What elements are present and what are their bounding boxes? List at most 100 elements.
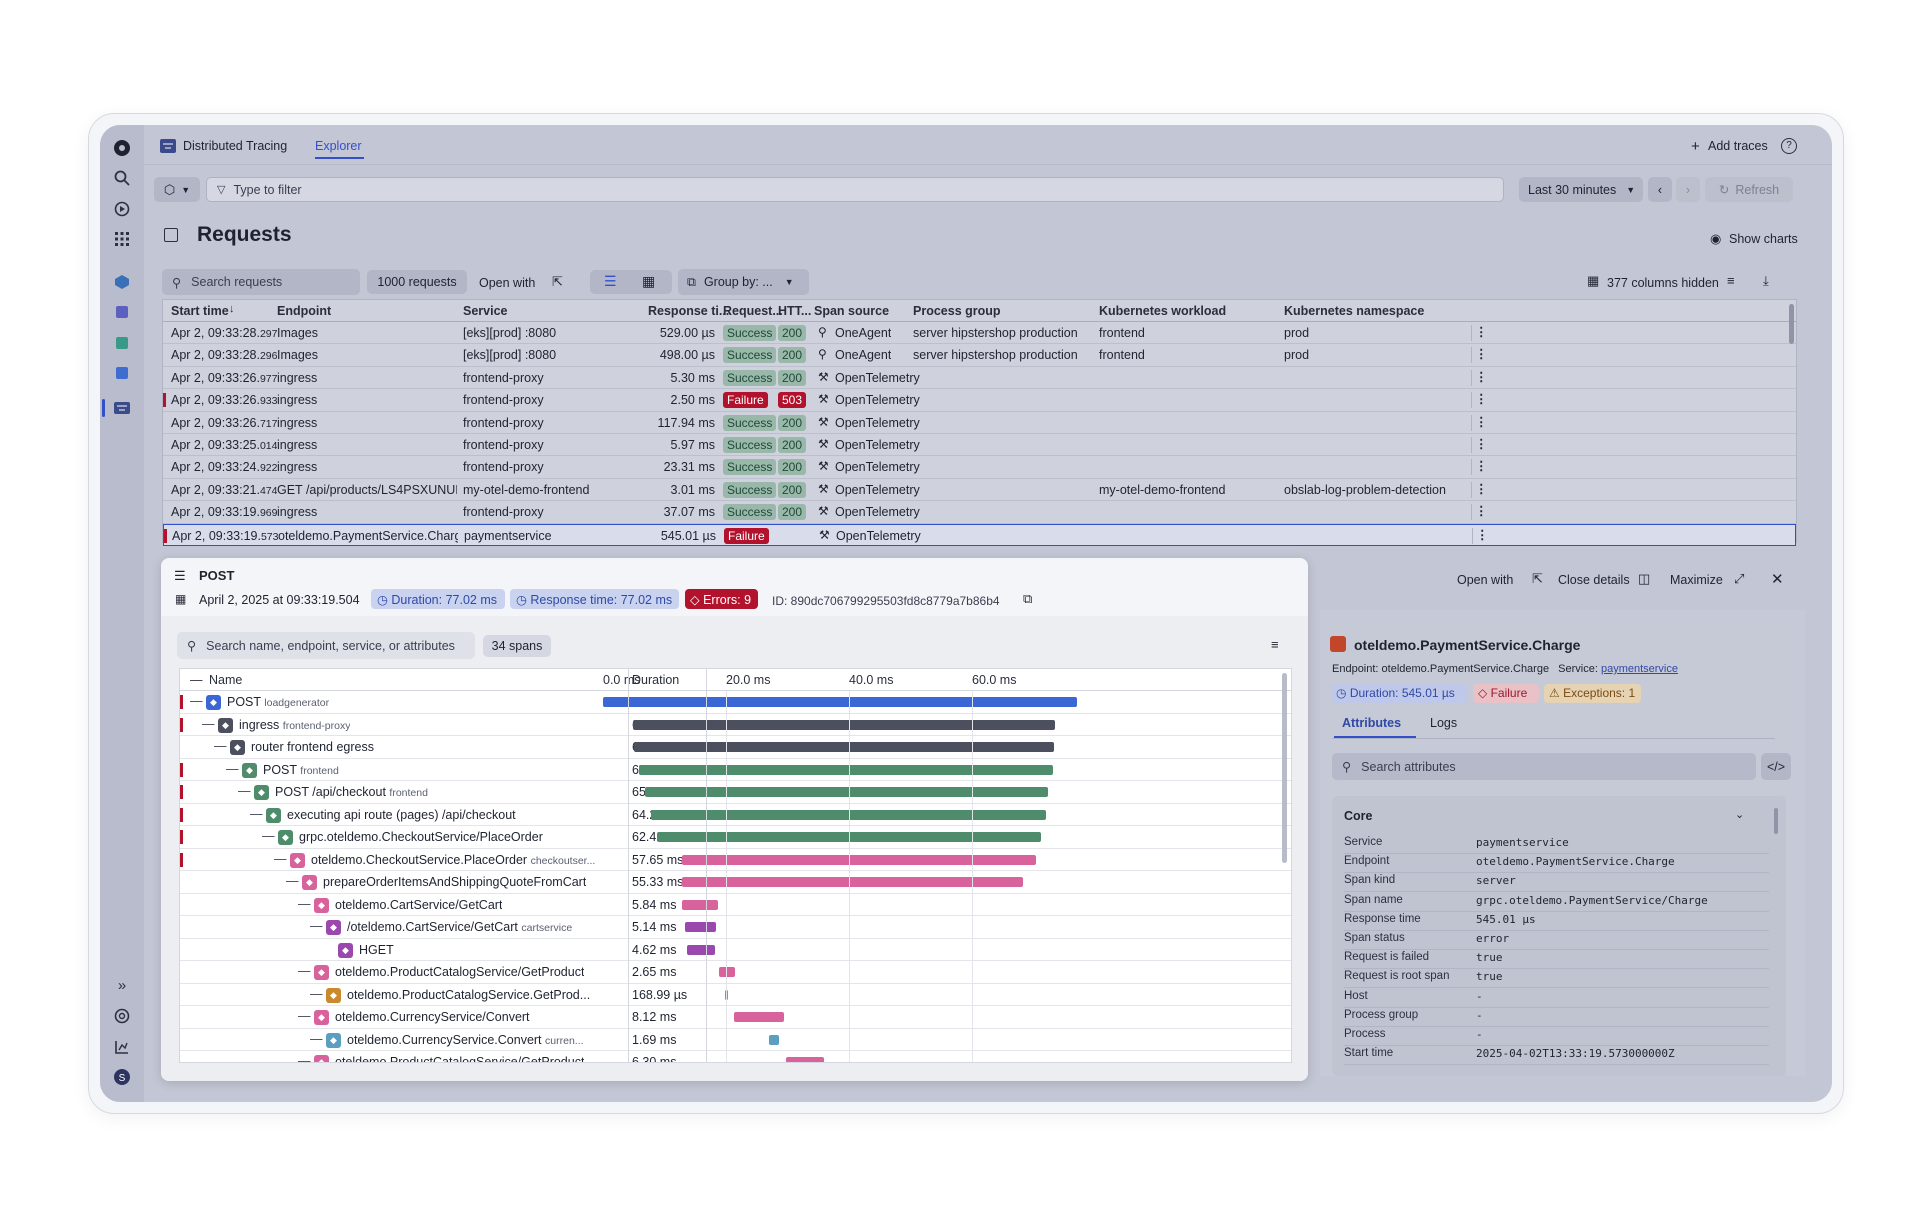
collapse-span-icon[interactable]: — [190, 694, 203, 708]
table-row[interactable]: Apr 2, 09:33:26.717 ingress frontend-proxy… [163, 412, 1796, 434]
attribute-value[interactable]: - [1476, 1028, 1483, 1041]
refresh-button[interactable]: ↻ Refresh [1705, 177, 1793, 202]
span-row[interactable]: —◆POST /api/checkout frontend65.52 ms [180, 781, 1291, 804]
span-bar[interactable] [682, 899, 719, 910]
attribute-value[interactable]: server [1476, 874, 1516, 887]
show-charts-button[interactable]: Show charts [1729, 232, 1798, 246]
span-row[interactable]: — ◆ oteldemo.CurrencyService.Convert curre… [180, 1029, 1291, 1051]
row-menu-icon[interactable]: ⋮ [1475, 391, 1488, 406]
help-lifebuoy-icon[interactable] [111, 1005, 133, 1027]
kubernetes-app-icon[interactable] [111, 271, 133, 293]
logs-app-icon[interactable] [111, 332, 133, 354]
span-bar[interactable] [686, 944, 716, 955]
tab-attributes[interactable]: Attributes [1342, 716, 1401, 730]
collapse-span-icon[interactable]: — [310, 1032, 323, 1046]
attribute-value[interactable]: 2025-04-02T13:33:19.573000000Z [1476, 1047, 1675, 1060]
collapse-span-icon[interactable]: — [262, 829, 275, 843]
code-view-button[interactable]: </> [1761, 753, 1791, 780]
table-row[interactable]: Apr 2, 09:33:19.969 ingress frontend-proxy… [163, 501, 1796, 524]
collapse-panel-icon[interactable] [164, 228, 178, 242]
attributes-scrollbar[interactable] [1774, 808, 1778, 834]
span-bar[interactable] [684, 922, 717, 932]
next-timeframe-button[interactable]: › [1676, 177, 1700, 202]
col-kubernetes-workload[interactable]: Kubernetes workload [1099, 304, 1226, 318]
close-icon[interactable]: ✕ [1771, 570, 1784, 588]
table-row[interactable]: Apr 2, 09:33:24.922 ingress frontend-proxy… [163, 456, 1796, 479]
span-bar[interactable] [733, 1012, 784, 1022]
col-service[interactable]: Service [463, 304, 507, 318]
add-traces-button[interactable]: Add traces [1708, 139, 1768, 153]
help-icon[interactable]: ? [1781, 138, 1797, 154]
attribute-value[interactable]: true [1476, 970, 1503, 983]
attribute-value[interactable]: error [1476, 932, 1509, 945]
close-details-button[interactable]: Close details [1558, 573, 1630, 587]
span-row[interactable]: — ◆ /oteldemo.CartService/GetCart cartserv… [180, 916, 1291, 939]
span-bar[interactable] [638, 764, 1053, 775]
table-row[interactable]: Apr 2, 09:33:26.977 ingress frontend-proxy… [163, 367, 1796, 390]
col-start-time[interactable]: Start time [171, 304, 229, 318]
wrap-icon[interactable]: ≡ [1271, 637, 1279, 652]
span-row[interactable]: — ◆ oteldemo.ProductCatalogService.GetProd… [180, 984, 1291, 1006]
collapse-span-icon[interactable]: — [298, 1009, 311, 1023]
collapse-span-icon[interactable]: — [274, 852, 287, 866]
row-menu-icon[interactable]: ⋮ [1475, 458, 1488, 473]
span-row[interactable]: —◆POST frontend67.34 ms [180, 759, 1291, 781]
details-open-with-button[interactable]: Open with [1457, 573, 1513, 587]
attribute-value[interactable]: - [1476, 1009, 1483, 1022]
list-view-icon[interactable]: ☰ [604, 273, 617, 290]
chevron-down-icon[interactable]: ⌄ [1735, 808, 1744, 821]
filter-input[interactable]: ▽ Type to filter [206, 177, 1504, 202]
col-process-group[interactable]: Process group [913, 304, 1001, 318]
span-bar[interactable] [769, 1034, 780, 1045]
span-bar[interactable] [603, 697, 1077, 707]
span-row[interactable]: — ◆ grpc.oteldemo.CheckoutService/PlaceOrd… [180, 826, 1291, 849]
table-row[interactable]: Apr 2, 09:33:19.573 oteldemo.PaymentServi… [163, 523, 1796, 546]
attribute-value[interactable]: - [1476, 990, 1483, 1003]
services-app-icon[interactable] [111, 301, 133, 323]
open-external-icon[interactable]: ⇱ [552, 274, 563, 290]
row-menu-icon[interactable]: ⋮ [1475, 324, 1488, 339]
span-row[interactable]: —◆router frontend egress 68.38 ms [180, 736, 1291, 759]
collapse-span-icon[interactable]: — [298, 964, 311, 978]
segment-selector[interactable]: ⬡ ▼ [154, 177, 200, 202]
distributed-tracing-app-icon[interactable] [111, 397, 133, 419]
row-menu-icon[interactable]: ⋮ [1475, 346, 1488, 361]
span-row[interactable]: — ◆ executing api route (pages) /api/check… [180, 804, 1291, 826]
collapse-all-icon[interactable]: — [190, 673, 203, 687]
attribute-value[interactable]: grpc.oteldemo.PaymentService/Charge [1476, 894, 1708, 907]
previous-timeframe-button[interactable]: ‹ [1648, 177, 1672, 202]
chart-icon[interactable] [111, 1036, 133, 1058]
dashboards-app-icon[interactable] [111, 362, 133, 384]
row-menu-icon[interactable]: ⋮ [1475, 369, 1488, 384]
collapse-span-icon[interactable]: — [286, 874, 299, 888]
row-menu-icon[interactable]: ⋮ [1475, 414, 1488, 429]
span-bar[interactable] [681, 854, 1037, 865]
open-external-icon[interactable]: ⇱ [1532, 571, 1543, 587]
collapse-span-icon[interactable]: — [202, 717, 215, 731]
search-icon[interactable] [111, 167, 133, 189]
collapse-span-icon[interactable]: — [298, 897, 311, 911]
span-row[interactable]: —◆POST loadgenerator77.02 ms [180, 691, 1291, 714]
span-row[interactable]: — ◆ oteldemo.CartService/GetCart 5.84 ms [180, 894, 1291, 916]
span-row[interactable]: — ◆ oteldemo.ProductCatalogService/GetProd… [180, 1051, 1291, 1062]
collapse-span-icon[interactable]: — [226, 762, 239, 776]
row-menu-icon[interactable]: ⋮ [1475, 481, 1488, 496]
dynatrace-logo-icon[interactable] [111, 137, 133, 159]
collapse-span-icon[interactable]: — [310, 919, 323, 933]
col-span-source[interactable]: Span source [814, 304, 889, 318]
span-bar[interactable] [785, 1057, 825, 1062]
timeframe-selector[interactable]: Last 30 minutes ▼ [1519, 177, 1643, 202]
maximize-button[interactable]: Maximize [1670, 573, 1723, 587]
span-bar[interactable] [632, 719, 1055, 730]
col-response-time[interactable]: Response ti... [648, 304, 729, 318]
span-bar[interactable] [633, 742, 1055, 752]
attribute-value[interactable]: oteldemo.PaymentService.Charge [1476, 855, 1675, 868]
attribute-value[interactable]: paymentservice [1476, 836, 1569, 849]
span-search-input[interactable]: ⚲ Search name, endpoint, service, or attr… [177, 632, 475, 659]
wrap-lines-icon[interactable]: ≡ [1727, 273, 1735, 288]
span-row[interactable]: — ◆ oteldemo.CheckoutService.PlaceOrder ch… [180, 849, 1291, 871]
collapse-span-icon[interactable]: — [298, 1054, 311, 1062]
open-with-button[interactable]: Open with [479, 276, 535, 290]
table-scrollbar[interactable] [1789, 304, 1794, 344]
table-row[interactable]: Apr 2, 09:33:25.014 ingress frontend-proxy… [163, 434, 1796, 457]
